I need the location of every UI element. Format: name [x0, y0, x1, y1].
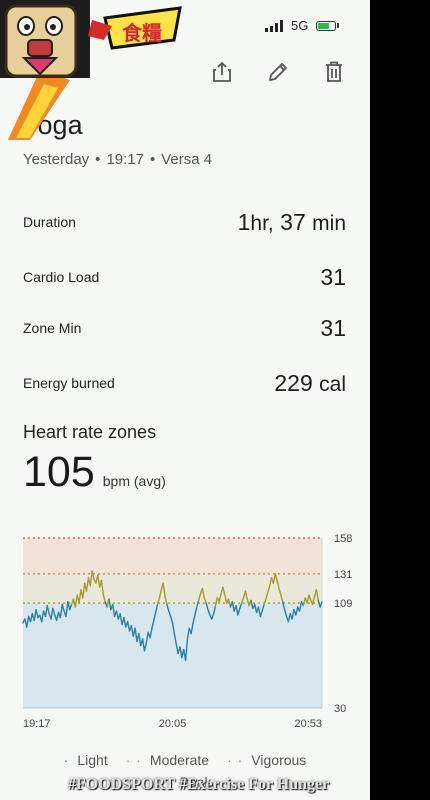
share-button[interactable] [208, 58, 236, 86]
exercise-device: Versa 4 [161, 151, 213, 168]
y-tick-label: 109 [334, 598, 352, 610]
battery-icon [316, 20, 340, 31]
energy-row: Energy burned 229 cal [23, 367, 346, 399]
y-tick-label: 158 [334, 533, 352, 545]
watermark: #FOODSPORT #Exercise For Hunger [68, 776, 330, 793]
exercise-subtitle: Yesterday • 19:17 • Versa 4 [23, 151, 212, 168]
x-tick-label: 20:05 [159, 718, 187, 730]
network-label: 5G [291, 18, 309, 33]
pencil-icon [269, 63, 287, 81]
duration-row: Duration 1hr, 37 min [23, 206, 346, 238]
heart-rate-title: Heart rate zones [23, 422, 157, 442]
heart-rate-avg-value: 105 [23, 448, 95, 496]
energy-label: Energy burned [23, 375, 115, 391]
zone-min-row: Zone Min 31 [23, 313, 346, 343]
legend-light: · Light [63, 752, 108, 768]
zone-legend: · Light · · Moderate · · Vigorous [0, 752, 370, 768]
energy-value: 229 cal [274, 369, 346, 396]
legend-moderate: · · Moderate [125, 752, 210, 768]
edit-button[interactable] [264, 58, 292, 86]
sticker-text: 食糧 [122, 21, 162, 45]
duration-label: Duration [23, 214, 76, 230]
signal-icon [265, 19, 283, 32]
exercise-time: 19:17 [106, 151, 144, 168]
delete-button[interactable] [320, 58, 348, 86]
heart-rate-chart: 158 131 109 30 19:17 20:05 20:53 [22, 533, 352, 730]
x-tick-label: 20:53 [294, 718, 322, 730]
cardio-load-label: Cardio Load [23, 269, 100, 285]
share-icon [213, 61, 231, 82]
y-tick-label: 30 [334, 703, 346, 715]
heart-rate-average: 105 bpm (avg) [23, 448, 166, 497]
cardio-load-row: Cardio Load 31 [23, 262, 346, 292]
x-tick-label: 19:17 [23, 718, 51, 730]
zone-band-light [23, 603, 322, 708]
zone-min-label: Zone Min [23, 320, 82, 336]
duration-value: 1hr, 37 min [237, 208, 346, 235]
zone-min-value: 31 [320, 314, 346, 341]
y-tick-label: 131 [334, 569, 352, 581]
separator-dot: • [149, 151, 156, 168]
zone-band-vigorous [23, 538, 322, 574]
exercise-date: Yesterday [23, 151, 90, 168]
separator-dot: • [95, 151, 101, 168]
trash-icon [326, 61, 342, 82]
workout-detail-screen: 5G Yoga Yesterday • 19:17 • Versa 4 Dura… [0, 0, 370, 800]
foodsport-sticker: 食糧 [0, 0, 182, 140]
cardio-load-value: 31 [320, 263, 346, 290]
legend-vigorous: · · Vigorous [227, 752, 307, 768]
status-bar: 5G [265, 18, 340, 33]
heart-rate-avg-unit: bpm (avg) [102, 473, 166, 489]
action-toolbar [208, 58, 348, 86]
